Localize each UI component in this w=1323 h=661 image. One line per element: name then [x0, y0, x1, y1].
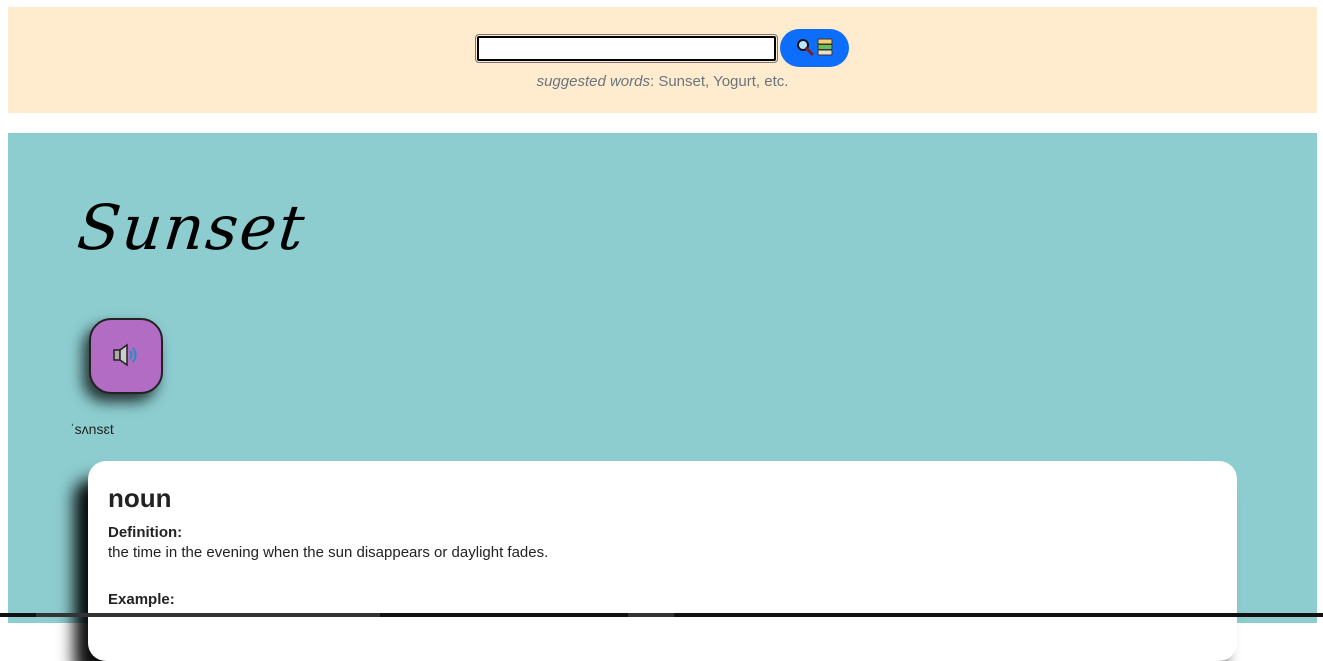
definition-text: the time in the evening when the sun dis…: [108, 544, 549, 561]
search-form: [8, 29, 1317, 67]
definition-label: Definition:: [108, 524, 183, 541]
suggested-words-label: suggested words: [536, 73, 650, 90]
play-pronunciation-button[interactable]: [89, 318, 163, 394]
suggested-words-list: : Sunset, Yogurt, etc.: [649, 73, 789, 90]
suggested-words: suggested words: Sunset, Yogurt, etc.: [8, 73, 1317, 90]
search-header: suggested words: Sunset, Yogurt, etc.: [8, 7, 1317, 113]
dictionary-result: Sunset ˈsʌnsɛt noun Definition: the time…: [8, 133, 1317, 661]
bottom-scroll-edge: [0, 613, 1323, 617]
meaning-card: noun Definition: the time in the evening…: [88, 461, 1237, 661]
word-title: Sunset: [74, 191, 310, 264]
speaker-icon: [111, 342, 141, 371]
magnifier-icon: [796, 38, 814, 59]
example-label: Example:: [108, 591, 175, 608]
search-input[interactable]: [474, 33, 778, 63]
phonetic-text: ˈsʌnsɛt: [70, 421, 114, 437]
search-button[interactable]: [779, 29, 849, 67]
part-of-speech: noun: [108, 483, 172, 513]
books-icon: [817, 38, 833, 59]
